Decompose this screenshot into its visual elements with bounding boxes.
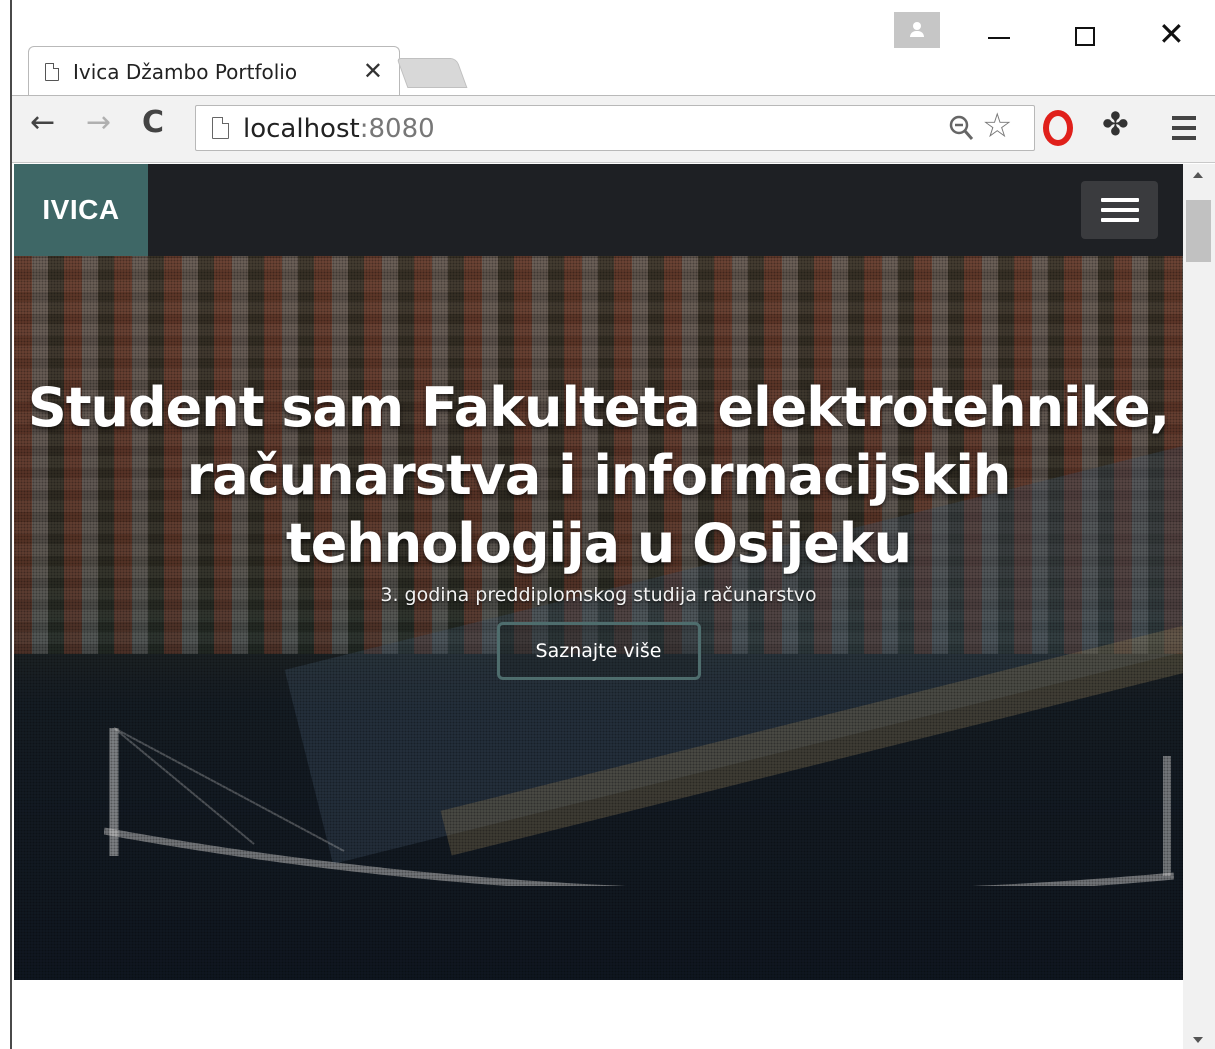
window-close-icon[interactable]: ✕ [1158, 18, 1185, 50]
forward-icon[interactable]: → [86, 108, 111, 138]
menu-icon[interactable] [1172, 116, 1196, 140]
vertical-scrollbar[interactable] [1183, 164, 1215, 1049]
page-viewport: IVICA Student sam Fakulteta elektrotehni… [14, 164, 1183, 1049]
browser-tab[interactable]: Ivica Džambo Portfolio ✕ [28, 46, 400, 96]
tab-title: Ivica Džambo Portfolio [73, 60, 298, 84]
document-icon [45, 63, 59, 81]
star-icon[interactable]: ☆ [982, 109, 1012, 143]
new-tab-button[interactable] [396, 58, 468, 88]
hero-subtitle: 3. godina preddiplomskog studija računar… [380, 584, 817, 606]
hamburger-menu-button[interactable] [1081, 181, 1158, 239]
scroll-thumb[interactable] [1186, 200, 1211, 262]
zoom-out-icon[interactable] [948, 114, 974, 142]
extensions-icon[interactable]: ✤ [1102, 108, 1129, 140]
minimize-icon[interactable] [988, 37, 1010, 39]
window-left-border [0, 0, 12, 1049]
hero-content: Student sam Fakulteta elektrotehnike, ra… [14, 374, 1183, 680]
tab-close-icon[interactable]: ✕ [363, 58, 383, 85]
hero-title: Student sam Fakulteta elektrotehnike, ra… [27, 376, 1170, 575]
scroll-up-icon[interactable] [1193, 172, 1203, 178]
url-text[interactable]: localhost:8080 [243, 114, 435, 144]
address-bar[interactable]: localhost:8080 ☆ [195, 105, 1035, 151]
opera-icon[interactable] [1043, 110, 1073, 146]
brand-logo[interactable]: IVICA [14, 164, 148, 256]
site-navbar: IVICA [14, 164, 1183, 256]
scroll-down-icon[interactable] [1193, 1037, 1203, 1043]
hero-section: Student sam Fakulteta elektrotehnike, ra… [14, 256, 1183, 980]
learn-more-button[interactable]: Saznajte više [496, 622, 701, 680]
back-icon[interactable]: ← [30, 108, 55, 138]
url-port: :8080 [359, 114, 435, 144]
reload-icon[interactable]: C [142, 108, 164, 138]
page-info-icon[interactable] [212, 117, 229, 139]
profile-icon[interactable] [894, 12, 940, 48]
maximize-icon[interactable] [1075, 27, 1095, 46]
url-host: localhost [243, 114, 360, 144]
browser-toolbar: ← → C localhost:8080 ☆ ✤ [12, 95, 1215, 163]
